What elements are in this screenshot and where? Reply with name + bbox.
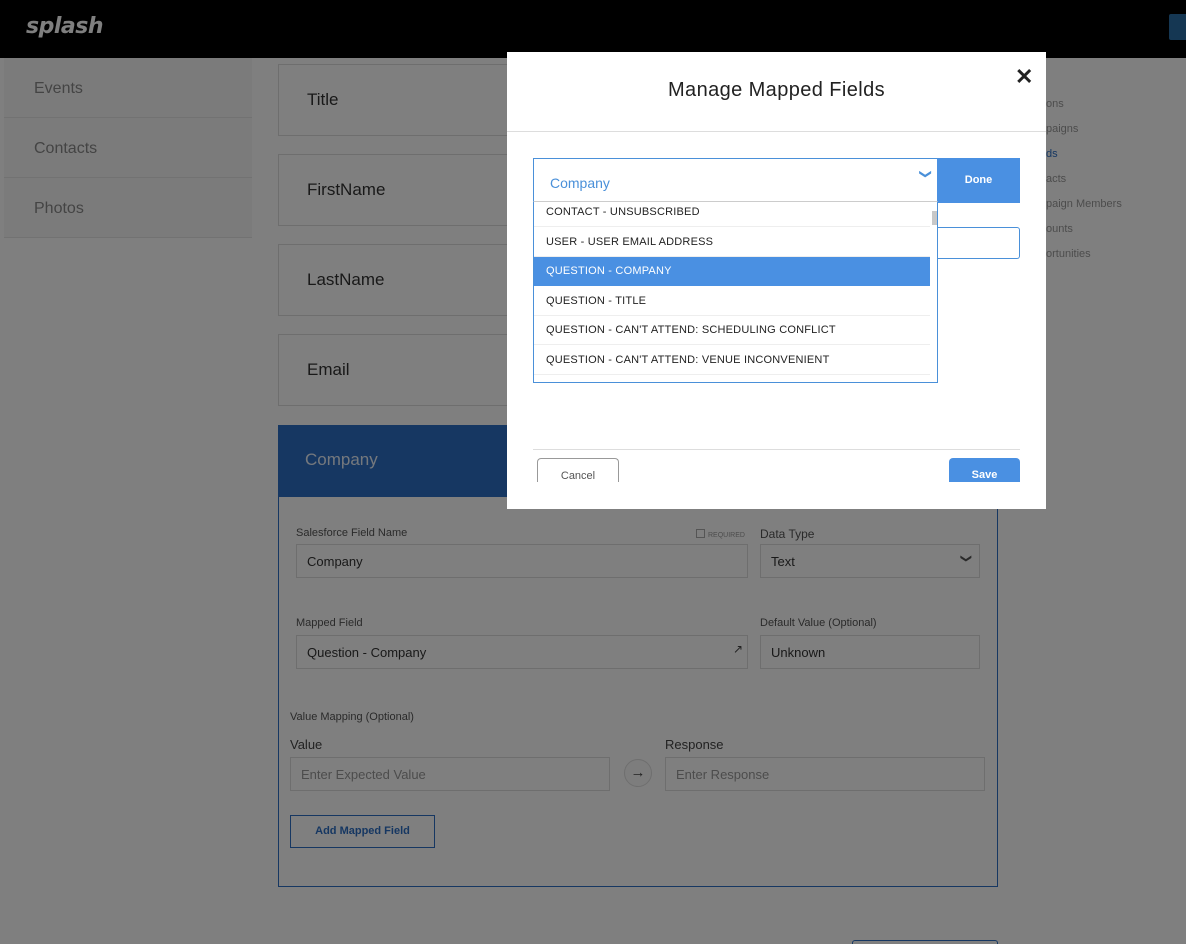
done-button[interactable]: Done [937,158,1020,203]
dropdown-option[interactable]: CONTACT - UNSUBSCRIBED [534,202,930,227]
dropdown-scrollbar[interactable] [932,211,937,225]
dropdown-option[interactable]: USER - USER EMAIL ADDRESS [534,228,930,257]
manage-mapped-fields-modal: Manage Mapped Fields ✕ Company ❯ Done CO… [507,52,1046,509]
field-select-value: Company [550,175,610,191]
dropdown-option[interactable]: QUESTION - TITLE [534,287,930,316]
close-icon[interactable]: ✕ [1015,64,1033,90]
save-button[interactable]: Save [949,458,1020,482]
chevron-down-icon[interactable]: ❯ [919,169,933,179]
dropdown-option-selected[interactable]: QUESTION - COMPANY [534,257,930,286]
field-select[interactable]: Company [533,158,938,202]
modal-footer-divider [533,449,1020,450]
modal-divider [507,131,1046,132]
modal-title: Manage Mapped Fields [667,79,885,101]
field-options-dropdown: CONTACT - UNSUBSCRIBED USER - USER EMAIL… [533,201,938,383]
dropdown-option[interactable]: QUESTION - CAN'T ATTEND: VENUE INCONVENI… [534,346,930,375]
cancel-button[interactable]: Cancel [537,458,619,482]
dropdown-option[interactable]: QUESTION - CAN'T ATTEND: SCHEDULING CONF… [534,316,930,345]
mapped-field-text-input[interactable] [937,227,1020,259]
